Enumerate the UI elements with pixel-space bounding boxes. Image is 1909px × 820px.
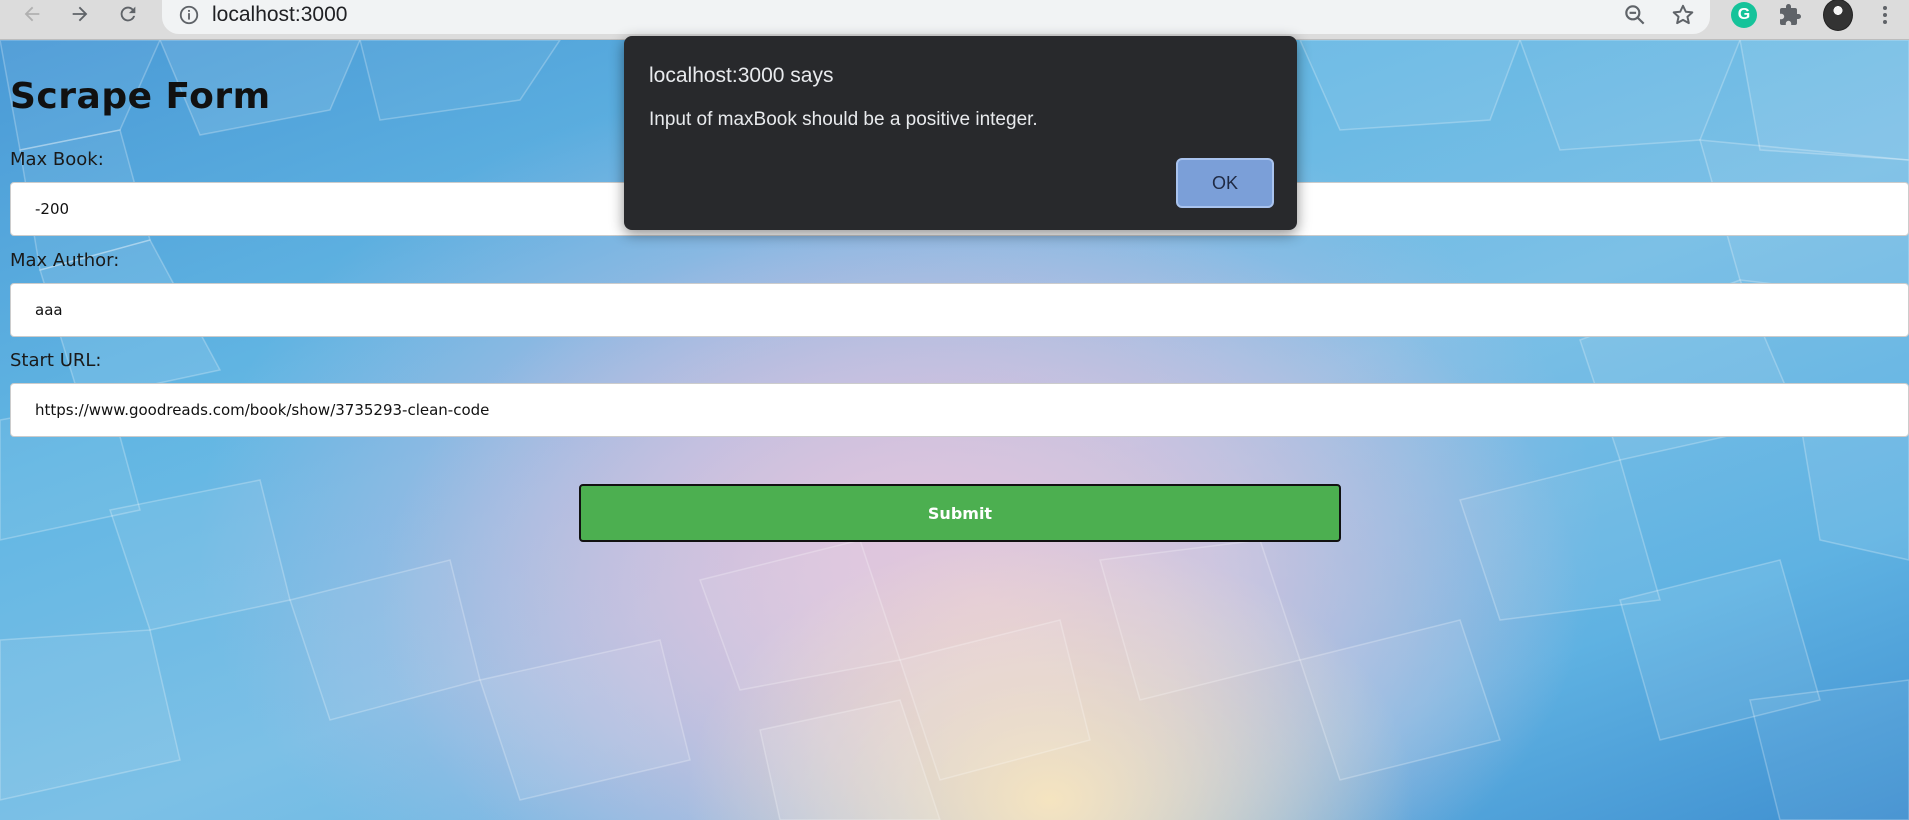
forward-button[interactable]: [62, 0, 98, 28]
extensions-button[interactable]: [1775, 0, 1805, 30]
max-author-label: Max Author:: [10, 250, 120, 271]
address-bar[interactable]: localhost:3000: [162, 0, 1710, 34]
dialog-title: localhost:3000 says: [649, 64, 834, 87]
back-button[interactable]: [14, 0, 50, 28]
start-url-label: Start URL:: [10, 350, 102, 371]
avatar: [1823, 0, 1853, 31]
dialog-message: Input of maxBook should be a positive in…: [649, 109, 1038, 130]
start-url-input[interactable]: [10, 383, 1909, 437]
submit-button[interactable]: Submit: [579, 484, 1341, 542]
page-title: Scrape Form: [10, 76, 271, 117]
zoom-out-icon[interactable]: [1622, 2, 1648, 28]
max-author-input[interactable]: [10, 283, 1909, 337]
forward-arrow-icon: [72, 6, 88, 22]
info-icon[interactable]: [178, 4, 200, 26]
star-icon[interactable]: [1670, 2, 1696, 28]
reload-icon: [120, 6, 136, 22]
alert-dialog: localhost:3000 says Input of maxBook sho…: [624, 36, 1297, 230]
puzzle-icon: [1780, 4, 1801, 25]
kebab-menu-icon: [1883, 6, 1887, 24]
reload-button[interactable]: [110, 0, 146, 28]
max-book-label: Max Book:: [10, 149, 104, 170]
browser-toolbar: localhost:3000 G: [0, 0, 1909, 40]
browser-menu-button[interactable]: [1870, 0, 1900, 30]
grammarly-icon: G: [1731, 2, 1757, 28]
back-arrow-icon: [24, 6, 40, 22]
ok-button[interactable]: OK: [1176, 158, 1274, 208]
url-text: localhost:3000: [212, 3, 348, 26]
grammarly-extension-button[interactable]: G: [1729, 0, 1759, 30]
profile-button[interactable]: [1823, 0, 1853, 31]
